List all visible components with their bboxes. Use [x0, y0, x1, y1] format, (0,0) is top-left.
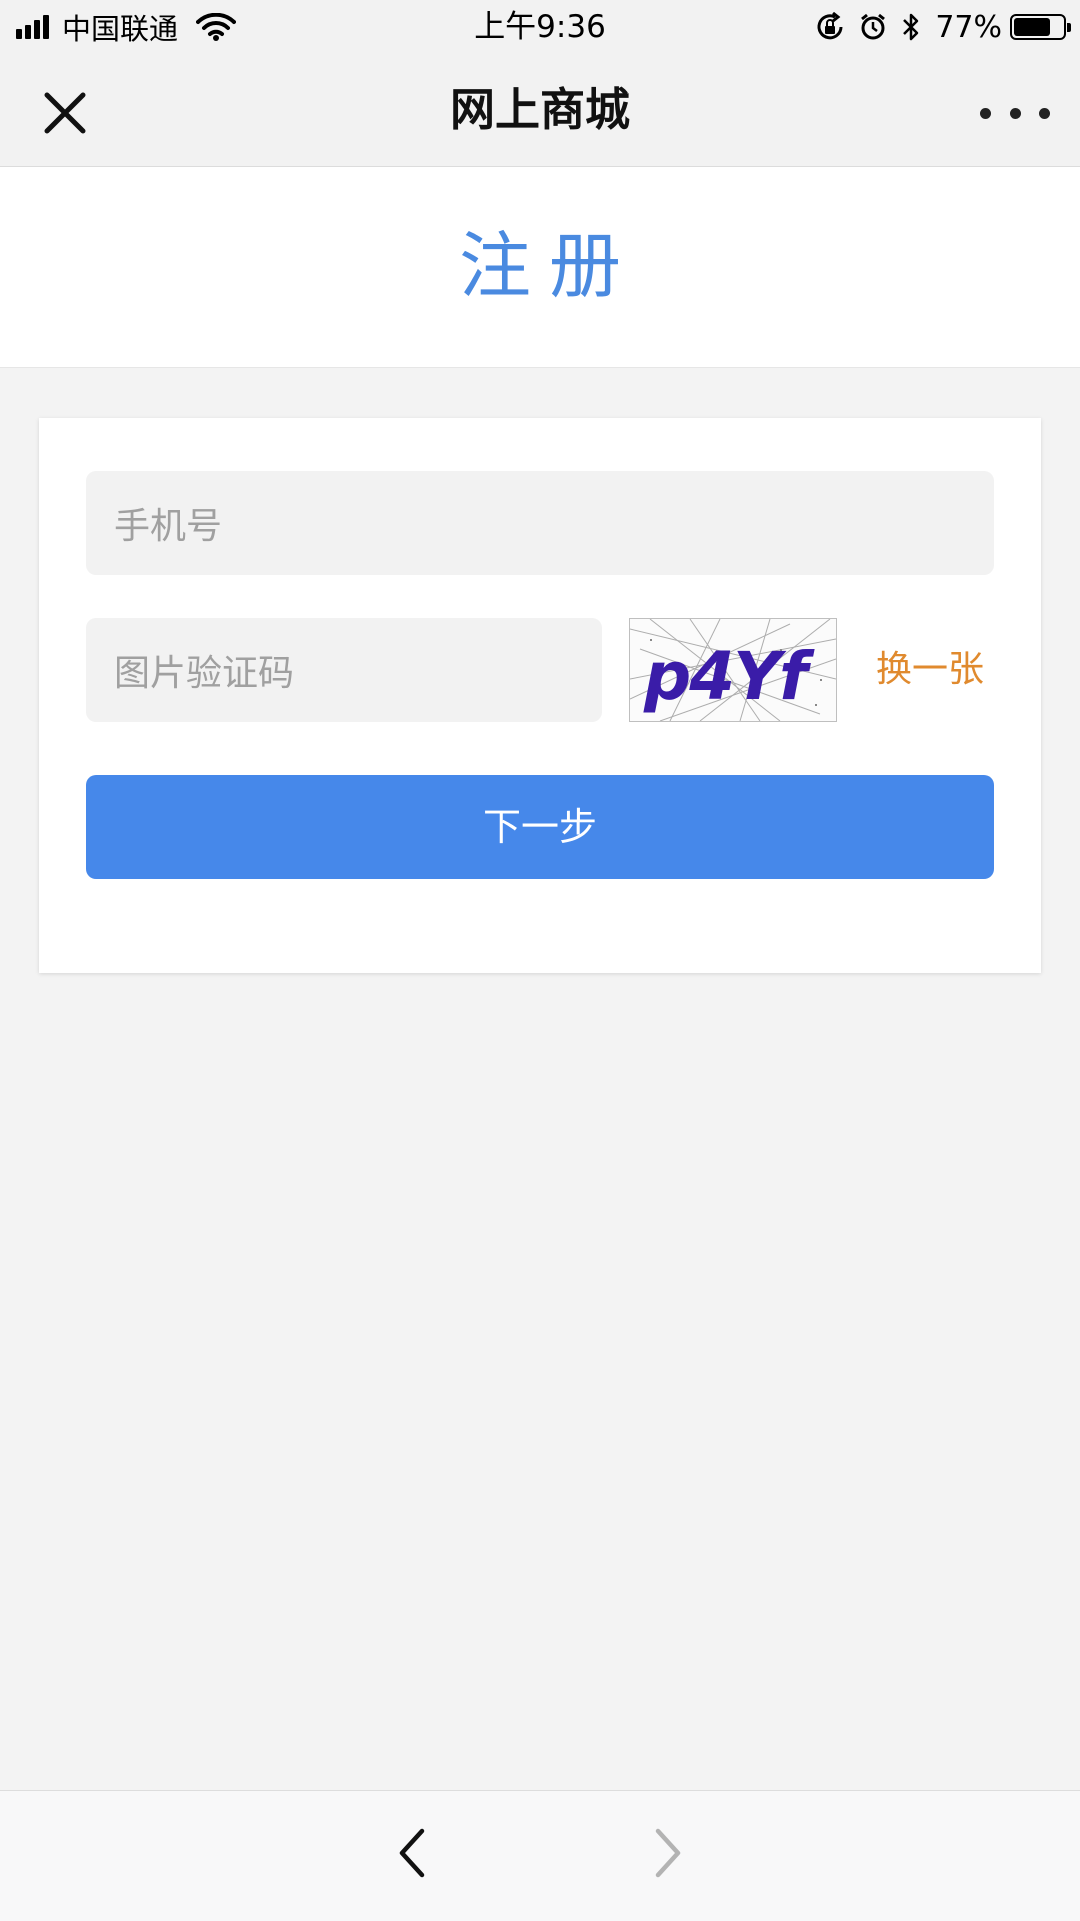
bottom-toolbar: [0, 1790, 1080, 1921]
title-band: 注册: [0, 167, 1080, 368]
more-button[interactable]: [980, 90, 1050, 136]
battery-percent: 77%: [935, 9, 1002, 45]
nav-title: 网上商城: [449, 83, 630, 136]
refresh-captcha-link[interactable]: 换一张: [865, 618, 995, 722]
phone-placeholder: 手机号: [114, 506, 223, 547]
bluetooth-icon: [901, 12, 921, 42]
next-step-button[interactable]: 下一步: [86, 775, 994, 879]
nav-bar: 网上商城: [0, 54, 1080, 167]
chevron-left-icon: [399, 1828, 425, 1878]
page-title: 注册: [458, 224, 639, 308]
forward-button[interactable]: [628, 1813, 708, 1893]
more-icon-dot: [980, 107, 991, 119]
rotation-lock-icon: [815, 12, 845, 42]
captcha-image[interactable]: p4Yf: [629, 618, 837, 722]
more-icon-dot: [1039, 107, 1050, 119]
captcha-text: p4Yf: [643, 638, 815, 715]
captcha-input[interactable]: 图片验证码: [86, 618, 602, 722]
phone-input[interactable]: 手机号: [86, 471, 994, 575]
battery-level: [1014, 18, 1051, 36]
more-icon-dot: [1009, 107, 1021, 119]
close-icon: [44, 92, 86, 134]
back-button[interactable]: [372, 1813, 452, 1893]
chevron-right-icon: [655, 1828, 681, 1878]
close-button[interactable]: [36, 84, 94, 142]
battery-icon: [1010, 14, 1071, 40]
status-right: 77%: [815, 6, 1071, 48]
captcha-placeholder: 图片验证码: [114, 653, 295, 694]
status-bar: 中国联通 上午9:36 77%: [0, 0, 1080, 54]
alarm-icon: [859, 13, 887, 41]
register-form-card: 手机号 图片验证码 p4Yf 换一张 下一步: [39, 418, 1041, 973]
